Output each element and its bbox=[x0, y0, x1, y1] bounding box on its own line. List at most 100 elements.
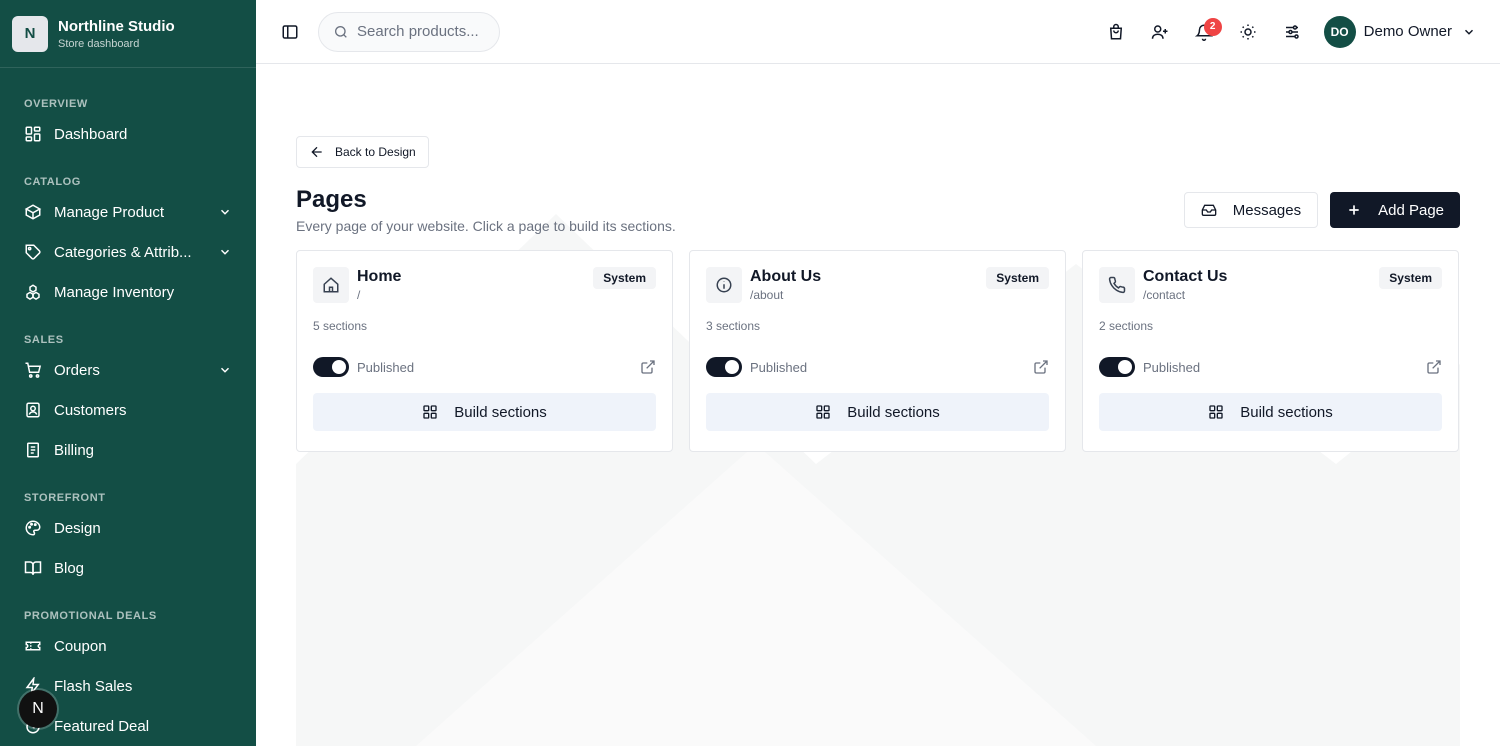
sidebar-item-manage-product[interactable]: Manage Product bbox=[0, 192, 256, 232]
user-menu[interactable]: DO Demo Owner bbox=[1323, 15, 1476, 48]
system-badge: System bbox=[593, 267, 656, 289]
build-sections-button[interactable]: Build sections bbox=[706, 393, 1049, 431]
sidebar-item-label: Manage Inventory bbox=[54, 283, 175, 301]
floating-avatar[interactable]: N bbox=[19, 690, 57, 728]
page-card-title: About Us bbox=[750, 268, 822, 285]
ticket-icon bbox=[24, 637, 42, 655]
theme-toggle-button[interactable] bbox=[1226, 12, 1270, 52]
avatar: DO bbox=[1323, 15, 1356, 48]
sidebar-item-label: Categories & Attrib... bbox=[54, 243, 192, 261]
sidebar-item-label: Design bbox=[54, 519, 101, 537]
box-icon bbox=[24, 203, 42, 221]
dashboard-icon bbox=[24, 125, 42, 143]
system-badge: System bbox=[986, 267, 1049, 289]
user-name: Demo Owner bbox=[1363, 23, 1452, 40]
publish-toggle[interactable] bbox=[313, 357, 349, 377]
sidebar-item-label: Manage Product bbox=[54, 203, 165, 221]
page-card-title: Contact Us bbox=[1143, 268, 1228, 285]
publish-toggle[interactable] bbox=[706, 357, 742, 377]
book-icon bbox=[24, 559, 42, 577]
section-count: 2 sections bbox=[1099, 319, 1154, 333]
sidebar-item-label: Billing bbox=[54, 441, 95, 459]
grid-icon bbox=[423, 405, 437, 419]
section-count: 3 sections bbox=[706, 319, 761, 333]
phone-icon bbox=[1108, 276, 1126, 294]
sun-icon bbox=[1240, 24, 1256, 39]
brand[interactable]: N Northline Studio Store dashboard bbox=[0, 0, 256, 68]
back-to-design-button[interactable]: Back to Design bbox=[296, 136, 429, 168]
build-sections-button[interactable]: Build sections bbox=[1099, 393, 1442, 431]
sidebar-item-label: Orders bbox=[54, 361, 100, 379]
page-card-about[interactable]: About Us /about System 3 sections Publis… bbox=[689, 250, 1066, 452]
build-sections-label: Build sections bbox=[847, 403, 940, 421]
sidebar-item-label: Blog bbox=[54, 559, 85, 577]
chevron-down-icon bbox=[1464, 29, 1474, 35]
sidebar-item-coupon[interactable]: Coupon bbox=[0, 626, 256, 666]
sidebar-item-design[interactable]: Design bbox=[0, 508, 256, 548]
sidebar-toggle-button[interactable] bbox=[280, 22, 300, 42]
top-header: 2 DO Demo Owner bbox=[256, 0, 1500, 64]
publish-status: Published bbox=[750, 359, 808, 375]
chevron-down-icon bbox=[220, 209, 230, 215]
page-card-slug: /about bbox=[750, 288, 784, 302]
open-page-link[interactable] bbox=[1426, 359, 1442, 375]
open-page-link[interactable] bbox=[640, 359, 656, 375]
page-card-home[interactable]: Home / System 5 sections Published Build… bbox=[296, 250, 673, 452]
brand-subtitle: Store dashboard bbox=[58, 37, 140, 50]
palette-icon bbox=[24, 519, 42, 537]
nav-group-storefront: STOREFRONT bbox=[24, 492, 106, 504]
billing-icon bbox=[24, 441, 42, 459]
page-subtitle: Every page of your website. Click a page… bbox=[296, 218, 676, 234]
main-content: Back to Design Pages Every page of your … bbox=[256, 64, 1500, 746]
sidebar-toggle-icon bbox=[282, 24, 298, 39]
sidebar-item-label: Coupon bbox=[54, 637, 107, 655]
sidebar-item-customers[interactable]: Customers bbox=[0, 390, 256, 430]
chevron-down-icon bbox=[220, 249, 230, 255]
search-input[interactable] bbox=[357, 23, 485, 40]
messages-button[interactable]: Messages bbox=[1183, 192, 1319, 228]
page-title: Pages bbox=[296, 186, 367, 213]
sidebar-item-blog[interactable]: Blog bbox=[0, 548, 256, 588]
sidebar-item-categories[interactable]: Categories & Attrib... bbox=[0, 232, 256, 272]
page-card-slug: / bbox=[357, 288, 361, 302]
build-sections-label: Build sections bbox=[1240, 403, 1333, 421]
nav-group-sales: SALES bbox=[24, 334, 64, 346]
brand-name: Northline Studio bbox=[58, 17, 175, 35]
external-link-icon bbox=[1034, 360, 1048, 374]
plus-icon bbox=[1349, 205, 1359, 215]
sidebar-item-label: Featured Deal bbox=[54, 717, 150, 735]
build-sections-button[interactable]: Build sections bbox=[313, 393, 656, 431]
search-icon bbox=[335, 25, 347, 38]
sidebar-item-orders[interactable]: Orders bbox=[0, 350, 256, 390]
sidebar-item-billing[interactable]: Billing bbox=[0, 430, 256, 470]
chevron-down-icon bbox=[220, 367, 230, 373]
nav-group-promotional-deals: PROMOTIONAL DEALS bbox=[24, 610, 157, 622]
sidebar: N Northline Studio Store dashboard OVERV… bbox=[0, 0, 256, 746]
sidebar-item-dashboard[interactable]: Dashboard bbox=[0, 114, 256, 154]
external-link-icon bbox=[641, 360, 655, 374]
pages-grid: Home / System 5 sections Published Build… bbox=[296, 250, 1460, 452]
publish-toggle[interactable] bbox=[1099, 357, 1135, 377]
external-link-icon bbox=[1427, 360, 1441, 374]
store-button[interactable] bbox=[1094, 12, 1138, 52]
add-user-button[interactable] bbox=[1138, 12, 1182, 52]
section-count: 5 sections bbox=[313, 319, 368, 333]
page-card-contact[interactable]: Contact Us /contact System 2 sections Pu… bbox=[1082, 250, 1459, 452]
sliders-icon bbox=[1285, 24, 1299, 39]
search-box[interactable] bbox=[318, 11, 500, 52]
publish-status: Published bbox=[1143, 359, 1201, 375]
build-sections-label: Build sections bbox=[454, 403, 547, 421]
sidebar-item-manage-inventory[interactable]: Manage Inventory bbox=[0, 272, 256, 312]
tag-icon bbox=[24, 243, 42, 261]
notifications-button[interactable]: 2 bbox=[1182, 12, 1226, 52]
arrow-left-icon bbox=[311, 146, 322, 158]
inventory-icon bbox=[24, 283, 42, 301]
cart-icon bbox=[24, 361, 42, 379]
info-icon bbox=[716, 277, 732, 293]
add-page-button[interactable]: Add Page bbox=[1330, 192, 1460, 228]
settings-button[interactable] bbox=[1270, 12, 1314, 52]
page-card-slug: /contact bbox=[1143, 288, 1186, 302]
shopping-bag-icon bbox=[1109, 23, 1122, 39]
open-page-link[interactable] bbox=[1033, 359, 1049, 375]
sidebar-nav: OVERVIEW Dashboard CATALOG Manage Produc… bbox=[0, 68, 256, 746]
